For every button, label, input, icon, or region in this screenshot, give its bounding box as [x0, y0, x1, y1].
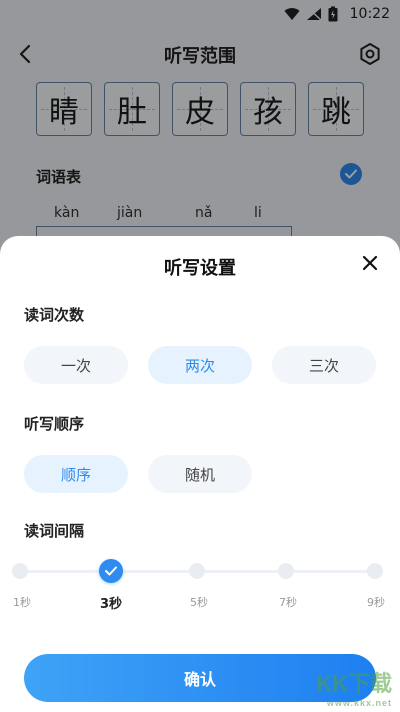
interval-tick-label: 7秒 — [279, 596, 297, 609]
read-count-option-once[interactable]: 一次 — [24, 346, 128, 384]
interval-slider-stop[interactable] — [189, 563, 205, 579]
interval-tick-label: 1秒 — [13, 596, 31, 609]
read-count-option-twice[interactable]: 两次 — [148, 346, 252, 384]
check-icon — [105, 566, 117, 576]
watermark-logo: KK下载 www.kkx.net — [316, 671, 392, 708]
interval-tick-label-selected: 3秒 — [99, 597, 123, 612]
order-option-sequential[interactable]: 顺序 — [24, 455, 128, 493]
interval-slider-thumb[interactable] — [99, 559, 123, 583]
sheet-title: 听写设置 — [164, 258, 236, 279]
interval-tick-label: 5秒 — [190, 596, 208, 609]
interval-slider-stop[interactable] — [367, 563, 383, 579]
interval-slider-stop[interactable] — [278, 563, 294, 579]
dictation-settings-sheet: 听写设置 读词次数 一次 两次 三次 听写顺序 顺序 随机 读词间隔 1秒 3秒… — [0, 236, 400, 712]
interval-tick-label: 9秒 — [367, 596, 385, 609]
interval-slider-stop[interactable] — [12, 563, 28, 579]
read-count-label: 读词次数 — [24, 306, 85, 324]
read-count-option-thrice[interactable]: 三次 — [272, 346, 376, 384]
interval-label: 读词间隔 — [24, 522, 85, 540]
close-icon[interactable] — [358, 251, 382, 275]
order-label: 听写顺序 — [24, 415, 85, 433]
order-option-random[interactable]: 随机 — [148, 455, 252, 493]
